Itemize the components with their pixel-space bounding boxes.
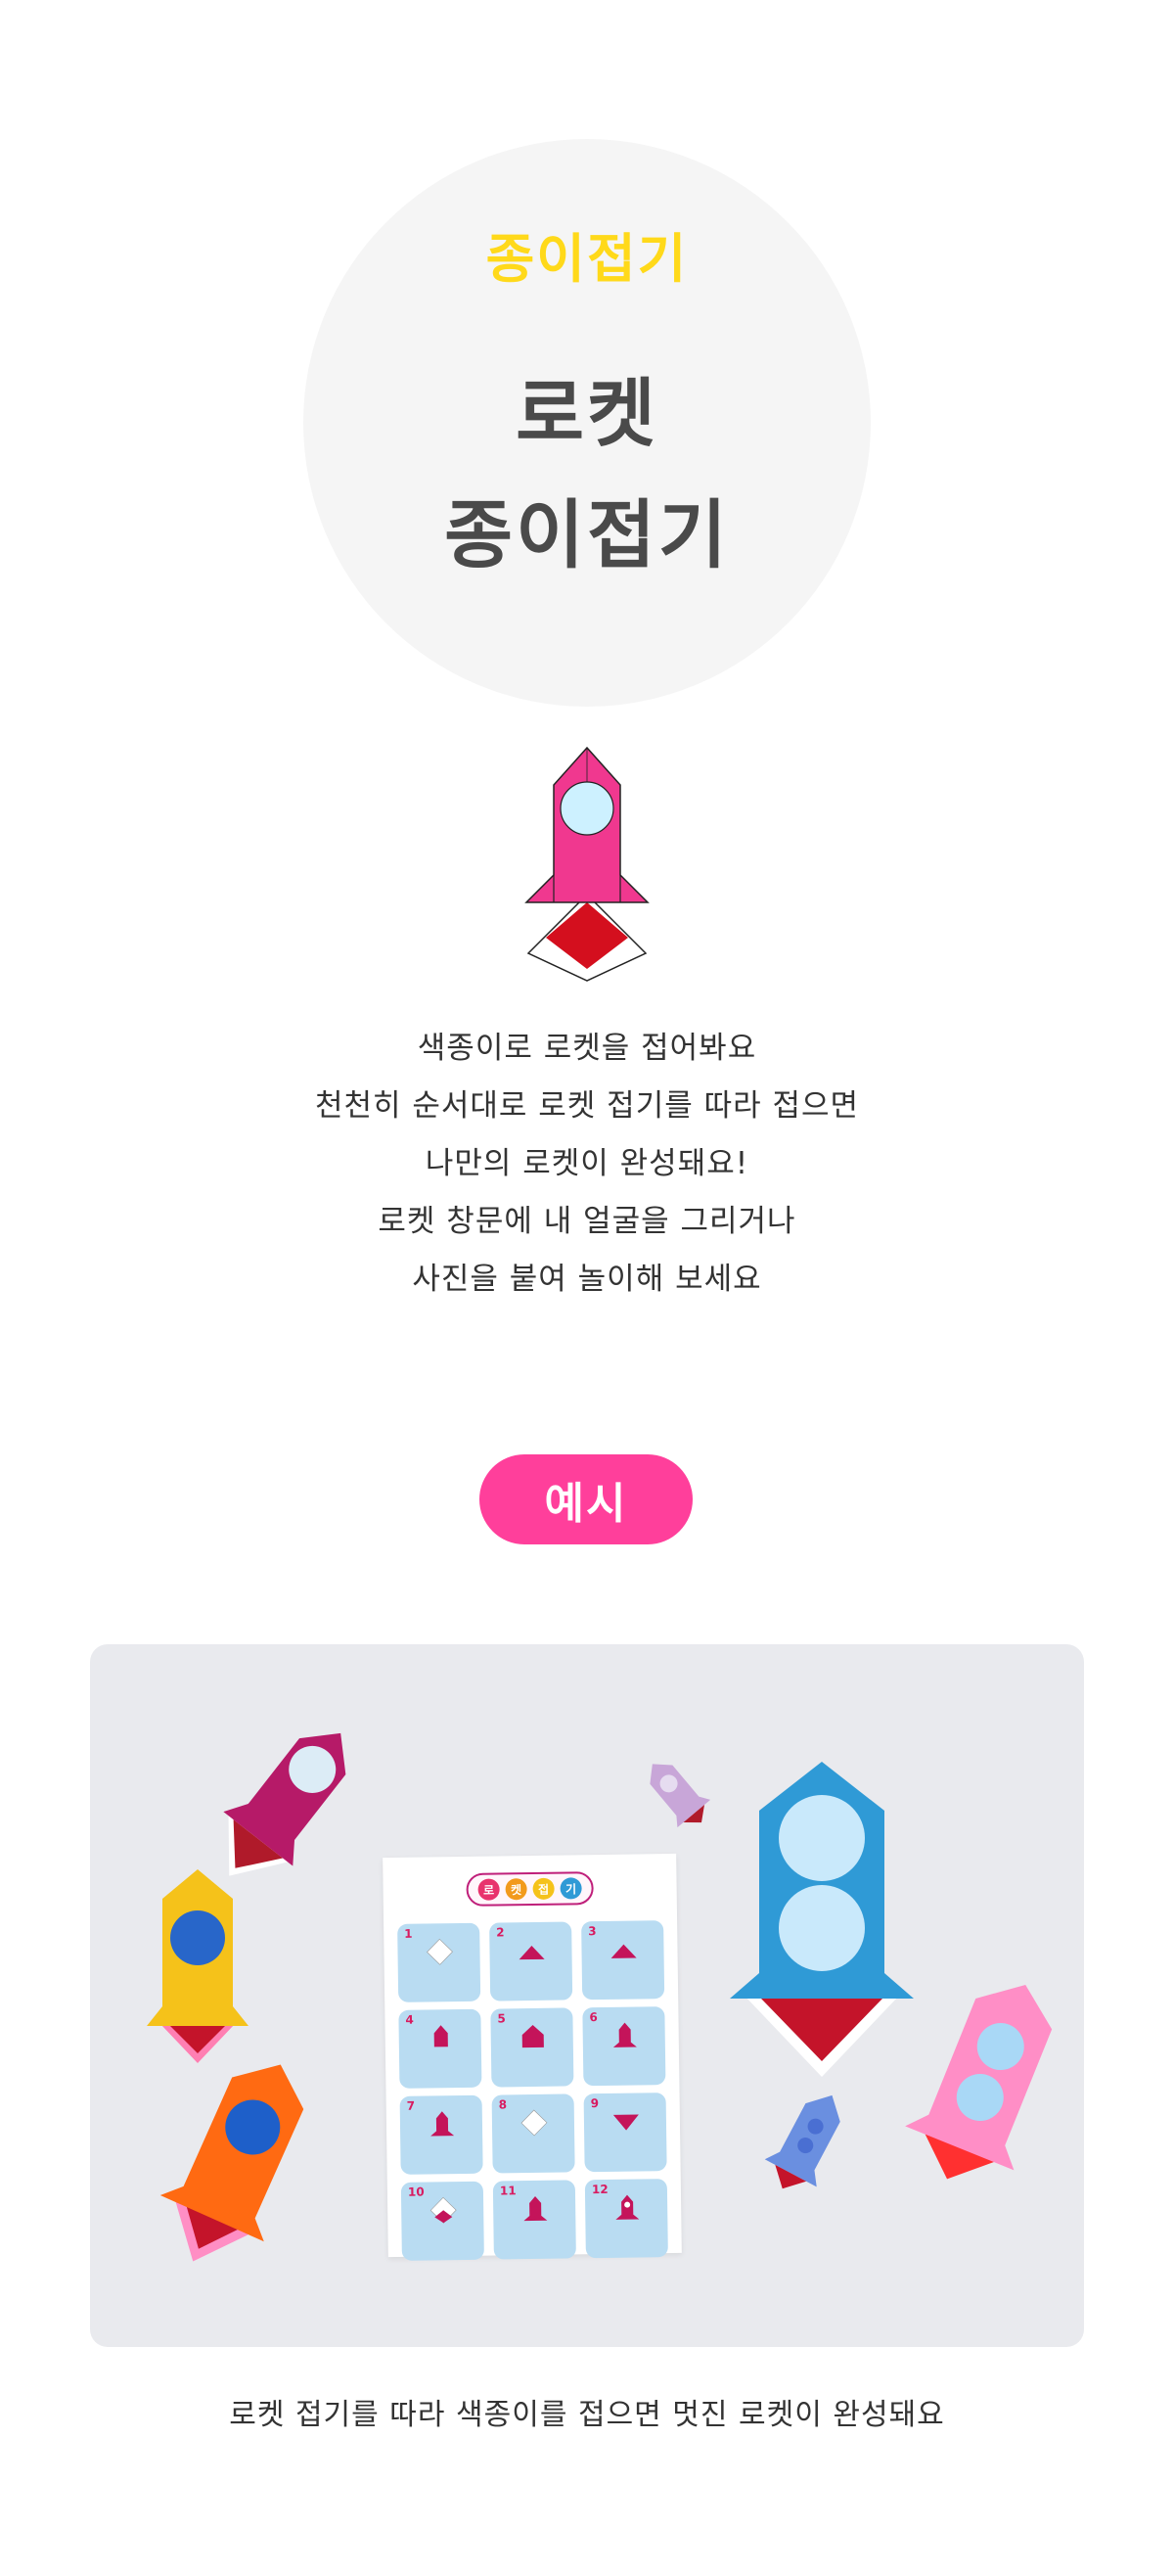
page: 종이접기 로켓 종이접기 색종이로 로켓을 접어봐요 천천히 순서대로 로켓 접… [0,0,1174,2576]
rocket-shape-icon [433,2025,448,2047]
rocket-window [560,781,614,836]
triangle-fold-icon [519,1945,545,1960]
rocket-shape-icon [523,2195,548,2222]
rocket-illustration [509,746,665,1000]
step-card: 7 [399,2094,483,2175]
example-badge: 예시 [479,1454,693,1544]
step-number: 12 [591,2182,609,2197]
sheet-title-char: 접 [532,1877,555,1900]
house-fold-icon [521,2024,544,2048]
step-number: 2 [496,1925,505,1940]
step-number: 6 [589,2010,598,2025]
rocket-blue [730,1762,914,2077]
step-card: 1 [397,1922,481,2002]
rocket-lilac-small [650,1764,711,1828]
step-number: 9 [590,2096,600,2111]
step-number: 10 [407,2185,425,2199]
rocket-magenta [223,1732,346,1876]
step-number: 4 [405,2012,414,2027]
step-card: 8 [491,2093,575,2174]
sheet-header: 로 켓 접 기 [383,1865,677,1912]
rocket-shape-icon [430,2111,455,2137]
rocket-orange [159,2064,304,2262]
step-card: 3 [581,1920,665,2001]
step-number: 5 [497,2011,506,2026]
example-photo: 로 켓 접 기 1 2 3 4 5 6 7 8 9 10 11 12 [90,1644,1084,2347]
diamond-paper-icon [520,2109,548,2137]
step-number: 11 [499,2184,517,2198]
rocket-shape-icon [615,2194,640,2220]
hero-tag: 종이접기 [485,228,689,290]
photo-caption: 로켓 접기를 따라 색종이를 접으면 멋진 로켓이 완성돼요 [229,2398,945,2432]
intro-line: 로켓 창문에 내 얼굴을 그리거나 [378,1204,796,1239]
step-card: 10 [400,2181,484,2261]
step-card: 2 [489,1921,573,2001]
diamond-paper-icon [429,2196,457,2224]
intro-text: 색종이로 로켓을 접어봐요 천천히 순서대로 로켓 접기를 따라 접으면 나만의… [0,1020,1174,1309]
triangle-fold-icon [610,1944,637,1958]
sheet-steps-grid: 1 2 3 4 5 6 7 8 9 10 11 12 [397,1920,668,2261]
rocket-shape-icon [612,2022,637,2047]
intro-line: 나만의 로켓이 완성돼요! [425,1146,749,1181]
intro-line: 색종이로 로켓을 접어봐요 [417,1031,757,1066]
hero-circle: 종이접기 로켓 종이접기 [303,139,871,707]
sheet-title-char: 켓 [505,1878,527,1901]
rocket-pink [905,1985,1053,2180]
triangle-fold-icon [612,2114,639,2131]
intro-line: 사진을 붙여 놀이해 보세요 [412,1262,762,1297]
hero-title: 로켓 종이접기 [444,353,730,596]
rocket-fold-guide-sheet: 로 켓 접 기 1 2 3 4 5 6 7 8 9 10 11 12 [383,1853,682,2261]
sheet-title-char: 기 [560,1877,582,1900]
diamond-paper-icon [427,1938,453,1965]
step-card: 4 [398,2008,482,2089]
step-card: 5 [490,2007,574,2088]
hero-title-line1: 로켓 [516,370,658,457]
step-number: 8 [498,2097,508,2112]
step-card: 9 [583,2093,667,2173]
sheet-title-char: 로 [477,1878,500,1901]
step-card: 6 [582,2006,666,2087]
step-card: 12 [584,2179,668,2259]
step-number: 1 [404,1926,413,1941]
hero-title-line2: 종이접기 [444,491,730,578]
step-card: 11 [492,2180,576,2260]
step-number: 3 [588,1924,597,1939]
sheet-title: 로 켓 접 기 [466,1871,594,1907]
rocket-yellow [147,1869,248,2063]
intro-line: 천천히 순서대로 로켓 접기를 따라 접으면 [314,1088,860,1124]
step-number: 7 [406,2098,416,2113]
rocket-blue-small [764,2094,840,2189]
